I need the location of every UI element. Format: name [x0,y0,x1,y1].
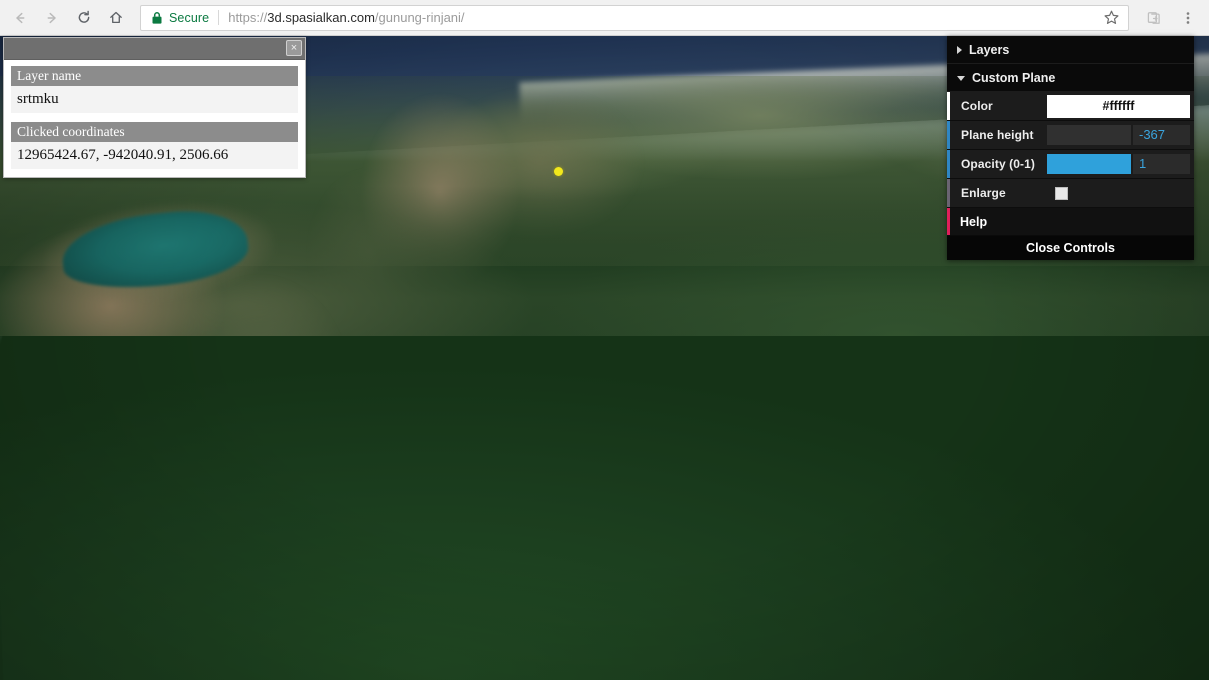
row-color: Color #ffffff [947,92,1194,121]
chevron-right-icon [957,45,962,54]
opacity-value[interactable]: 1 [1133,154,1190,174]
reload-icon [78,10,90,23]
close-controls-button[interactable]: Close Controls [947,236,1194,260]
arrow-right-icon [47,12,56,23]
forward-button[interactable] [38,4,66,32]
plane-height-value[interactable]: -367 [1133,125,1190,145]
url-text: https://3d.spasialkan.com/gunung-rinjani… [228,10,1097,25]
arrow-left-icon [16,12,25,23]
section-layers-label: Layers [969,42,1010,57]
chrome-menu-button[interactable] [1174,4,1202,32]
clicked-point-marker[interactable] [554,167,563,176]
row-opacity: Opacity (0-1) 1 [947,150,1194,179]
toolbar-right-icons [1137,4,1209,32]
row-plane-height: Plane height -367 [947,121,1194,150]
enlarge-label: Enlarge [961,186,1006,200]
back-button[interactable] [6,4,34,32]
row-accent-bar [947,150,950,178]
opacity-slider[interactable] [1047,154,1131,174]
chevron-down-icon [957,75,965,81]
color-control: #ffffff [1047,92,1194,120]
help-label: Help [960,214,988,229]
help-accent-bar [947,208,950,235]
address-bar[interactable]: Secure https://3d.spasialkan.com/gunung-… [140,4,1129,31]
browser-toolbar: Secure https://3d.spasialkan.com/gunung-… [0,0,1209,36]
browser-window: Secure https://3d.spasialkan.com/gunung-… [0,0,1209,680]
feature-info-popup: × Layer name srtmku Clicked coordinates … [3,37,306,178]
field-spacer [11,113,298,122]
clicked-coordinates-value: 12965424.67, -942040.91, 2506.66 [11,142,298,169]
star-icon [1104,10,1119,24]
three-dot-menu-icon [1186,11,1190,24]
plane-height-slider[interactable] [1047,125,1131,145]
omnibox-divider [218,10,220,25]
reload-button[interactable] [70,4,98,32]
color-input[interactable]: #ffffff [1047,94,1190,118]
help-row[interactable]: Help [947,208,1194,236]
controls-panel: Layers Custom Plane Color #ffffff Plane … [947,36,1194,260]
padlock-icon [151,11,163,25]
terrain-ridge-shading [0,336,1209,680]
url-path: /gunung-rinjani/ [374,10,465,25]
opacity-label: Opacity (0-1) [961,157,1035,171]
popup-body: Layer name srtmku Clicked coordinates 12… [4,60,305,177]
row-accent-bar [947,92,950,120]
layer-name-label: Layer name [11,66,298,86]
section-custom-plane[interactable]: Custom Plane [947,64,1194,92]
section-layers[interactable]: Layers [947,36,1194,64]
secure-label: Secure [169,10,210,25]
opacity-control: 1 [1047,150,1194,178]
clicked-coordinates-label: Clicked coordinates [11,122,298,142]
popup-close-button[interactable]: × [286,40,302,56]
section-custom-plane-label: Custom Plane [972,70,1056,85]
plane-height-slider-wrap [1047,125,1131,145]
row-enlarge: Enlarge [947,179,1194,208]
popup-titlebar: × [4,38,305,60]
duplicate-page-button[interactable] [1140,4,1168,32]
plane-height-control: -367 [1047,121,1194,149]
slider-fill [1047,154,1131,174]
enlarge-checkbox[interactable] [1055,186,1068,200]
opacity-slider-wrap [1047,154,1131,174]
layer-name-value: srtmku [11,86,298,113]
enlarge-control [1047,179,1194,207]
url-scheme: https:// [228,10,268,25]
copy-page-icon [1147,11,1160,24]
row-accent-bar [947,121,950,149]
plane-height-label: Plane height [961,128,1034,142]
color-label: Color [961,99,993,113]
row-accent-bar [947,179,950,207]
url-domain: 3d.spasialkan.com [267,10,375,25]
home-button[interactable] [102,4,130,32]
bookmark-star-button[interactable] [1103,9,1120,26]
home-icon [110,11,122,24]
